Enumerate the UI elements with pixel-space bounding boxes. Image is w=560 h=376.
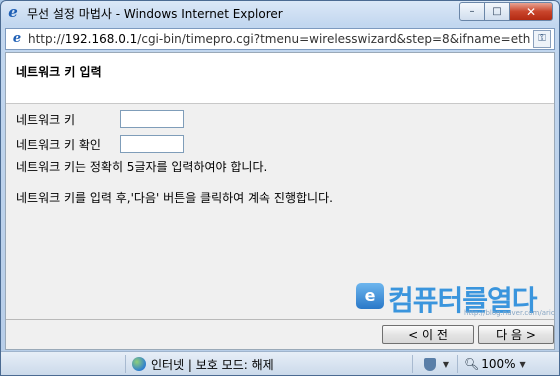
network-key-label: 네트워크 키 xyxy=(16,113,76,127)
title-bar[interactable]: e 무선 설정 마법사 - Windows Internet Explorer … xyxy=(1,1,559,25)
logo-icon: e xyxy=(356,283,384,309)
page-info-icon[interactable]: ⚿ xyxy=(533,30,551,48)
shield-icon xyxy=(423,357,436,371)
page-icon: e xyxy=(12,31,22,46)
url-scheme: http:// xyxy=(28,32,65,46)
zoom-icon: 🔍︎ xyxy=(464,357,480,371)
next-button[interactable]: 다 음 > xyxy=(478,325,554,344)
zoom-level: 100% xyxy=(481,357,516,371)
instruction-text: 네트워크 키를 입력 후,'다음' 버튼을 클릭하여 계속 진행합니다. xyxy=(16,191,333,205)
network-key-input[interactable] xyxy=(120,110,184,128)
zoom-chevron-down-icon: ▼ xyxy=(519,359,526,369)
url-host: 192.168.0.1 xyxy=(64,32,138,46)
ie-window: e 무선 설정 마법사 - Windows Internet Explorer … xyxy=(0,0,560,376)
protected-mode-cell[interactable]: ▼ xyxy=(413,355,458,373)
network-key-confirm-input[interactable] xyxy=(120,135,184,153)
chevron-down-icon: ▼ xyxy=(442,359,450,369)
network-key-confirm-label: 네트워크 키 확인 xyxy=(16,138,101,152)
page-title: 네트워크 키 입력 xyxy=(16,65,102,79)
zoom-control[interactable]: 🔍︎ 100% ▼ xyxy=(458,355,544,373)
prev-button[interactable]: < 이 전 xyxy=(382,325,474,344)
watermark-logo: e 컴퓨터를열다 http://blog.naver.com/ariotan xyxy=(354,275,554,319)
maximize-button[interactable]: □ xyxy=(484,2,510,21)
footer-divider xyxy=(6,319,554,320)
logo-url: http://blog.naver.com/ariotan xyxy=(464,309,555,317)
zone-text: 인터넷 | 보호 모드: 해제 xyxy=(151,357,274,372)
url-text[interactable]: http://192.168.0.1/cgi-bin/timepro.cgi?t… xyxy=(28,32,530,46)
page-header: 네트워크 키 입력 xyxy=(6,53,554,104)
page-content: 네트워크 키 입력 네트워크 키 네트워크 키 확인 네트워크 키는 정확히 5… xyxy=(5,52,555,350)
status-bar: 인터넷 | 보호 모드: 해제 ▼ 🔍︎ 100% ▼ xyxy=(1,351,559,375)
key-length-hint: 네트워크 키는 정확히 5글자를 입력하여야 합니다. xyxy=(16,160,268,174)
window-controls: – □ ✕ xyxy=(459,2,553,21)
status-text-cell xyxy=(1,355,126,373)
security-zone[interactable]: 인터넷 | 보호 모드: 해제 xyxy=(126,355,413,373)
minimize-button[interactable]: – xyxy=(459,2,485,21)
address-bar[interactable]: e http://192.168.0.1/cgi-bin/timepro.cgi… xyxy=(5,28,555,50)
close-button[interactable]: ✕ xyxy=(509,2,553,21)
url-path: /cgi-bin/timepro.cgi?tmenu=wirelesswizar… xyxy=(137,32,530,46)
globe-icon xyxy=(132,357,146,371)
ie-logo-icon: e xyxy=(8,3,18,21)
window-title: 무선 설정 마법사 - Windows Internet Explorer xyxy=(27,7,283,21)
